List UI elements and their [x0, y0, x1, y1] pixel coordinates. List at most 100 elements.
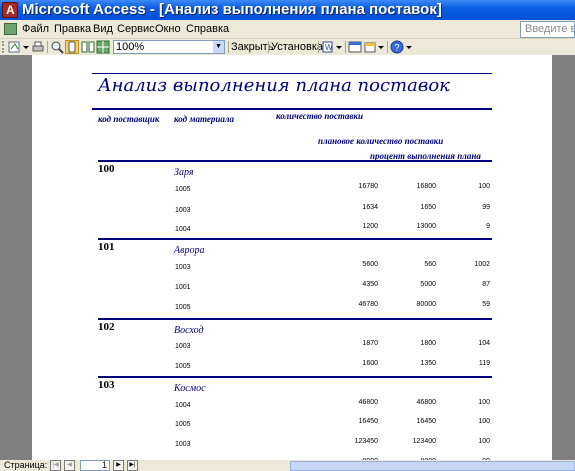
access-app-icon[interactable] — [2, 0, 18, 20]
menu-tools[interactable]: Сервис — [117, 20, 155, 39]
menu-window[interactable]: Окно — [155, 20, 181, 39]
quantity-cell: 1634 — [362, 204, 378, 211]
window-title: Microsoft Access - [Анализ выполнения пл… — [22, 1, 442, 18]
zoom-select[interactable]: 100% ▼ — [113, 40, 225, 54]
group-separator-rule — [98, 376, 492, 378]
database-window-icon[interactable] — [348, 40, 362, 54]
print-preview-toolbar: 100% ▼ Закрыть Установка W ? — [0, 39, 575, 55]
page-label: Страница: — [4, 460, 48, 470]
supplier-name: Заря — [174, 167, 194, 178]
group-separator-rule — [98, 160, 492, 162]
header-quantity: количество поставки — [276, 111, 363, 121]
material-code-cell: 1003 — [175, 441, 191, 448]
svg-text:?: ? — [395, 43, 400, 53]
header-top-rule — [92, 108, 492, 110]
quantity-cell: 46800 — [358, 399, 378, 406]
planned-quantity-cell: 16450 — [416, 418, 436, 425]
supplier-name: Космос — [174, 383, 206, 394]
group-separator-rule — [98, 238, 492, 240]
new-object-icon[interactable] — [363, 40, 377, 54]
plan-percent-cell: 59 — [482, 301, 490, 308]
previous-page-button[interactable]: ◀ — [64, 460, 75, 471]
menu-edit[interactable]: Правка — [54, 20, 91, 39]
first-page-button[interactable]: |◀ — [50, 460, 61, 471]
help-question-input[interactable]: Введите вопрос — [520, 21, 575, 38]
quantity-cell: 1870 — [362, 340, 378, 347]
material-code-cell: 1004 — [175, 226, 191, 233]
document-icon[interactable] — [4, 23, 17, 35]
setup-button[interactable]: Установка — [271, 40, 323, 54]
supplier-code: 103 — [98, 379, 115, 391]
toolbar-separator — [318, 41, 319, 53]
material-code-cell: 1005 — [175, 304, 191, 311]
print-icon[interactable] — [31, 40, 45, 54]
next-page-button[interactable]: ▶ — [113, 460, 124, 471]
view-dropdown-arrow-icon[interactable] — [22, 40, 30, 54]
quantity-cell: 4350 — [362, 281, 378, 288]
multiple-pages-icon[interactable] — [96, 40, 110, 54]
material-code-cell: 1003 — [175, 207, 191, 214]
view-icon[interactable] — [8, 40, 22, 54]
toolbar-grip[interactable] — [2, 41, 5, 53]
quantity-cell: 1200 — [362, 223, 378, 230]
navigation-bar: Страница: |◀ ◀ 1 ▶ ▶| — [0, 460, 575, 471]
planned-quantity-cell: 13000 — [416, 223, 436, 230]
help-icon[interactable]: ? — [390, 40, 404, 54]
toolbar-options-icon[interactable] — [405, 40, 413, 54]
material-code-cell: 1001 — [175, 284, 191, 291]
material-code-cell: 1004 — [175, 402, 191, 409]
plan-percent-cell: 119 — [478, 360, 490, 367]
quantity-cell: 16780 — [358, 183, 378, 190]
office-links-icon[interactable]: W — [321, 40, 335, 54]
plan-percent-cell: 99 — [482, 204, 490, 211]
plan-percent-cell: 100 — [478, 399, 490, 406]
new-object-arrow-icon[interactable] — [377, 40, 385, 54]
material-code-cell: 1005 — [175, 421, 191, 428]
last-page-button[interactable]: ▶| — [127, 460, 138, 471]
header-supplier-code: код поставщик — [98, 114, 160, 124]
menu-view[interactable]: Вид — [93, 20, 113, 39]
report-preview-area: Анализ выполнения плана поставок код пос… — [0, 55, 575, 460]
plan-percent-cell: 100 — [478, 183, 490, 190]
office-links-arrow-icon[interactable] — [335, 40, 343, 54]
horizontal-scrollbar[interactable] — [290, 461, 575, 471]
menu-file[interactable]: Файл — [22, 20, 49, 39]
toolbar-separator — [345, 41, 346, 53]
planned-quantity-cell: 560 — [424, 261, 436, 268]
page-number-input[interactable]: 1 — [80, 460, 110, 471]
planned-quantity-cell: 1350 — [420, 360, 436, 367]
material-code-cell: 1005 — [175, 186, 191, 193]
planned-quantity-cell: 5000 — [420, 281, 436, 288]
supplier-code: 100 — [98, 163, 115, 175]
report-page: Анализ выполнения плана поставок код пос… — [32, 55, 552, 460]
group-separator-rule — [98, 318, 492, 320]
quantity-cell: 5600 — [362, 261, 378, 268]
material-code-cell: 1005 — [175, 363, 191, 370]
toolbar-separator — [387, 41, 388, 53]
quantity-cell: 1600 — [362, 360, 378, 367]
title-top-rule — [92, 73, 492, 74]
plan-percent-cell: 9 — [486, 223, 490, 230]
title-bar: Microsoft Access - [Анализ выполнения пл… — [0, 0, 575, 20]
supplier-name: Восход — [174, 325, 204, 336]
svg-text:W: W — [325, 43, 333, 52]
planned-quantity-cell: 1800 — [420, 340, 436, 347]
material-code-cell: 1003 — [175, 343, 191, 350]
planned-quantity-cell: 16800 — [416, 183, 436, 190]
plan-percent-cell: 100 — [478, 418, 490, 425]
two-pages-icon[interactable] — [81, 40, 95, 54]
quantity-cell: 46780 — [358, 301, 378, 308]
material-code-cell: 1003 — [175, 264, 191, 271]
chevron-down-icon[interactable]: ▼ — [213, 41, 224, 53]
menu-help[interactable]: Справка — [186, 20, 229, 39]
plan-percent-cell: 100 — [478, 438, 490, 445]
header-material-code: код материала — [174, 114, 234, 124]
zoom-magnifier-icon[interactable] — [50, 40, 64, 54]
supplier-name: Аврора — [174, 245, 205, 256]
toolbar-separator — [228, 41, 229, 53]
plan-percent-cell: 87 — [482, 281, 490, 288]
one-page-icon[interactable] — [65, 40, 79, 54]
header-planned-quantity: плановое количество поставки — [318, 136, 444, 146]
toolbar-separator — [268, 41, 269, 53]
menu-bar: Файл Правка Вид Сервис Окно Справка Введ… — [0, 20, 575, 39]
